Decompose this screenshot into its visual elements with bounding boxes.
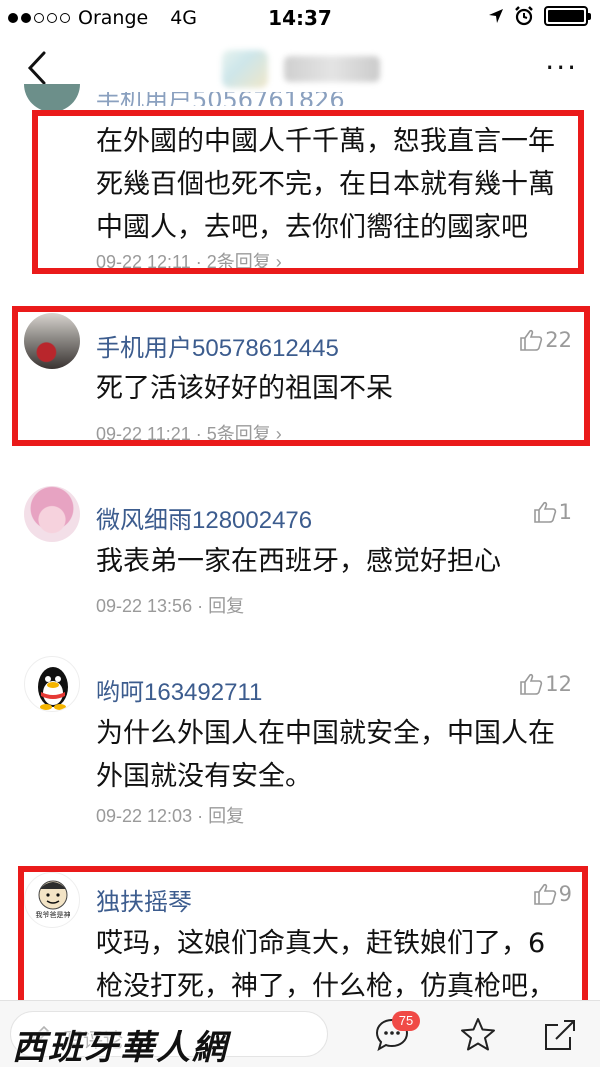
blurred-avatar <box>222 50 268 88</box>
partial-username: 手机用户5056761826 <box>96 92 345 106</box>
comment-time: 09-22 13:56 <box>96 596 193 616</box>
back-chevron-icon[interactable] <box>22 50 52 86</box>
partial-avatar <box>24 84 80 112</box>
comment-count-badge: 75 <box>392 1011 420 1031</box>
username[interactable]: 哟呵163492711 <box>96 672 262 707</box>
like-count: 1 <box>558 500 572 524</box>
user-avatar[interactable] <box>24 486 80 542</box>
comment-text: 为什么外国人在中国就安全，中国人在外国就没有安全。 <box>96 718 555 792</box>
reply-link[interactable]: 回复 <box>208 806 244 826</box>
status-icons <box>488 6 591 26</box>
more-menu-button[interactable]: ··· <box>545 54 578 82</box>
like-count: 12 <box>545 672 572 696</box>
share-icon[interactable] <box>540 1015 580 1055</box>
alarm-clock-icon <box>515 6 533 26</box>
highlight-box <box>18 866 588 1008</box>
thumbs-up-icon <box>533 501 556 523</box>
blurred-title <box>284 56 380 82</box>
comment-meta: 09-22 12:03 · 回复 <box>96 806 245 826</box>
user-avatar[interactable] <box>24 656 80 712</box>
favorite-star-icon[interactable] <box>458 1015 498 1055</box>
nav-bar: ··· <box>0 36 600 100</box>
battery-icon <box>544 6 591 26</box>
like-button[interactable]: 12 <box>519 672 572 696</box>
comment-meta: 09-22 13:56 · 回复 <box>96 596 245 616</box>
comment-text: 我表弟一家在西班牙，感觉好担心 <box>96 546 501 577</box>
highlight-box <box>12 306 590 446</box>
watermark: 西班牙華人網 <box>12 1028 228 1067</box>
username[interactable]: 微风细雨128002476 <box>96 500 312 535</box>
penguin-icon <box>38 667 68 710</box>
reply-link[interactable]: 回复 <box>208 596 244 616</box>
status-bar: Orange 4G 14:37 <box>0 0 600 36</box>
like-button[interactable]: 1 <box>533 500 572 524</box>
location-arrow-icon <box>489 9 503 23</box>
highlight-box <box>32 110 584 274</box>
comment-time: 09-22 12:03 <box>96 806 193 826</box>
thumbs-up-icon <box>520 673 543 695</box>
